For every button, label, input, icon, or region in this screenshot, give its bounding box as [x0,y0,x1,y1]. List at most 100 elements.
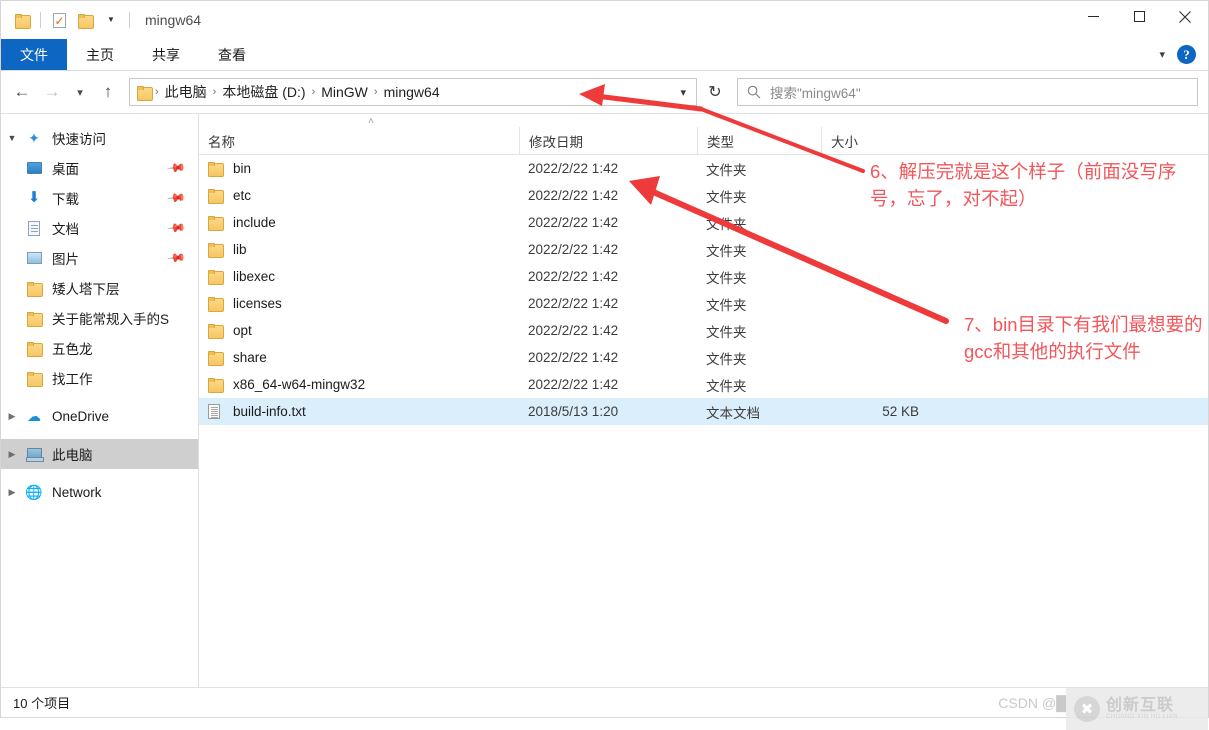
recent-locations-icon[interactable]: ▾ [67,77,93,107]
sidebar-item-folder-3[interactable]: 五色龙 [1,333,198,363]
item-count-label: 10 个项目 [13,696,71,711]
file-name: libexec [233,269,276,284]
address-dropdown-icon[interactable]: ▾ [674,86,692,99]
pin-icon[interactable]: 📌 [166,188,186,208]
file-size: 52 KB [882,404,919,419]
tab-home[interactable]: 主页 [67,39,133,70]
table-row[interactable]: bin 2022/2/22 1:42 文件夹 [199,155,1208,182]
file-type: 文本文档 [706,405,760,421]
sidebar-item-network[interactable]: ▶ 🌐 Network [1,477,198,507]
chevron-down-icon[interactable]: ▼ [1,133,23,143]
sidebar-item-folder-2[interactable]: 关于能常规入手的S [1,303,198,333]
address-bar[interactable]: › 此电脑 › 本地磁盘 (D:) › MinGW › mingw64 ▾ [129,78,697,106]
sidebar-item-documents[interactable]: 文档 📌 [1,213,198,243]
file-type: 文件夹 [706,351,747,367]
file-name-cell: include [199,209,519,236]
tab-view[interactable]: 查看 [199,39,265,70]
onedrive-icon: ☁ [27,408,41,424]
table-row[interactable]: include 2022/2/22 1:42 文件夹 [199,209,1208,236]
file-name-cell: build-info.txt [199,398,519,425]
content-area: ▼ ✦ 快速访问 桌面 📌 ⬇ 下载 📌 文档 📌 图片 📌 矮人塔下层 关于能… [1,113,1208,687]
file-name: opt [233,323,252,338]
file-size [821,236,931,263]
file-name-cell: share [199,344,519,371]
chevron-down-icon[interactable]: ▾ [1159,48,1165,61]
sidebar-item-label: 关于能常规入手的S [52,312,170,327]
table-row[interactable]: share 2022/2/22 1:42 文件夹 [199,344,1208,371]
pin-icon[interactable]: 📌 [166,218,186,238]
file-type: 文件夹 [706,270,747,286]
watermark-logo-icon: ✖ [1074,696,1100,722]
this-pc-icon [23,448,45,462]
sidebar-item-folder-4[interactable]: 找工作 [1,363,198,393]
sidebar-item-onedrive[interactable]: ▶ ☁ OneDrive [1,401,198,431]
column-header-date[interactable]: 修改日期 [519,126,697,155]
file-type: 文件夹 [706,162,747,178]
folder-icon [208,162,224,177]
column-header-type[interactable]: 类型 [697,126,821,155]
tab-share[interactable]: 共享 [133,39,199,70]
breadcrumb-item-mingw[interactable]: MinGW [316,84,373,100]
sidebar-item-downloads[interactable]: ⬇ 下载 📌 [1,183,198,213]
breadcrumb-item-mingw64[interactable]: mingw64 [379,84,445,100]
help-icon[interactable]: ? [1177,45,1196,64]
properties-icon[interactable]: ✓ [46,7,72,33]
file-date: 2022/2/22 1:42 [528,296,619,311]
file-date: 2022/2/22 1:42 [528,188,619,203]
search-input[interactable]: 搜索"mingw64" [770,82,861,102]
customize-caret-icon[interactable]: ▼ [98,7,124,33]
column-header-name[interactable]: 名称 [199,127,519,155]
file-name: share [233,350,267,365]
file-size [821,182,931,209]
file-name: build-info.txt [233,404,306,419]
minimize-button[interactable] [1070,1,1116,32]
file-name: licenses [233,296,282,311]
window-title: mingw64 [145,12,202,28]
table-row[interactable]: build-info.txt 2018/5/13 1:20 文本文档 52 KB [199,398,1208,425]
sidebar-item-pictures[interactable]: 图片 📌 [1,243,198,273]
maximize-button[interactable] [1116,1,1162,32]
file-name: lib [233,242,247,257]
table-row[interactable]: x86_64-w64-mingw32 2022/2/22 1:42 文件夹 [199,371,1208,398]
file-list-pane: ˄ 名称 修改日期 类型 大小 bin 2022/2/22 1:42 文件夹 e… [199,114,1208,687]
chevron-right-icon[interactable]: ▶ [1,487,23,498]
chevron-right-icon[interactable]: ▶ [1,411,23,422]
folder-icon [208,189,224,204]
folder-icon[interactable] [9,7,35,33]
pin-icon[interactable]: 📌 [166,248,186,268]
back-button[interactable]: ← [7,77,37,107]
sidebar-item-folder-1[interactable]: 矮人塔下层 [1,273,198,303]
sidebar-item-this-pc[interactable]: ▶ 此电脑 [1,439,198,469]
tab-file[interactable]: 文件 [1,39,67,70]
close-button[interactable] [1162,1,1208,32]
status-bar: 10 个项目 CSDN @█ ✖ 创新互联 CHUANG XIN HU LIAN [1,687,1208,730]
download-icon: ⬇ [27,189,41,206]
table-row[interactable]: lib 2022/2/22 1:42 文件夹 [199,236,1208,263]
breadcrumb-item-this-pc[interactable]: 此电脑 [160,82,212,102]
file-name-cell: etc [199,182,519,209]
star-icon: ✦ [28,129,40,146]
column-header-size[interactable]: 大小 [821,126,931,155]
table-row[interactable]: licenses 2022/2/22 1:42 文件夹 [199,290,1208,317]
chevron-right-icon[interactable]: ▶ [1,449,23,460]
table-row[interactable]: libexec 2022/2/22 1:42 文件夹 [199,263,1208,290]
up-button[interactable]: ↑ [93,77,123,107]
breadcrumb-item-local-disk-d[interactable]: 本地磁盘 (D:) [217,82,310,102]
ribbon-tab-bar: 文件 主页 共享 查看 ▾ ? [1,39,1208,71]
file-name-cell: opt [199,317,519,344]
new-folder-icon[interactable] [72,7,98,33]
sidebar-item-label: 桌面 [52,162,79,177]
folder-icon [208,243,224,258]
table-row[interactable]: etc 2022/2/22 1:42 文件夹 [199,182,1208,209]
search-box[interactable]: 搜索"mingw64" [737,78,1198,106]
sidebar-item-quick-access[interactable]: ▼ ✦ 快速访问 [1,123,198,153]
folder-icon [208,216,224,231]
title-bar: ✓ ▼ mingw64 [1,1,1208,39]
sidebar-item-desktop[interactable]: 桌面 📌 [1,153,198,183]
pin-icon[interactable]: 📌 [166,158,186,178]
desktop-icon [23,162,45,174]
sidebar-item-label: 矮人塔下层 [52,282,120,297]
watermark-subtitle: CHUANG XIN HU LIAN [1106,714,1179,720]
table-row[interactable]: opt 2022/2/22 1:42 文件夹 [199,317,1208,344]
refresh-icon[interactable]: ↻ [700,78,730,106]
